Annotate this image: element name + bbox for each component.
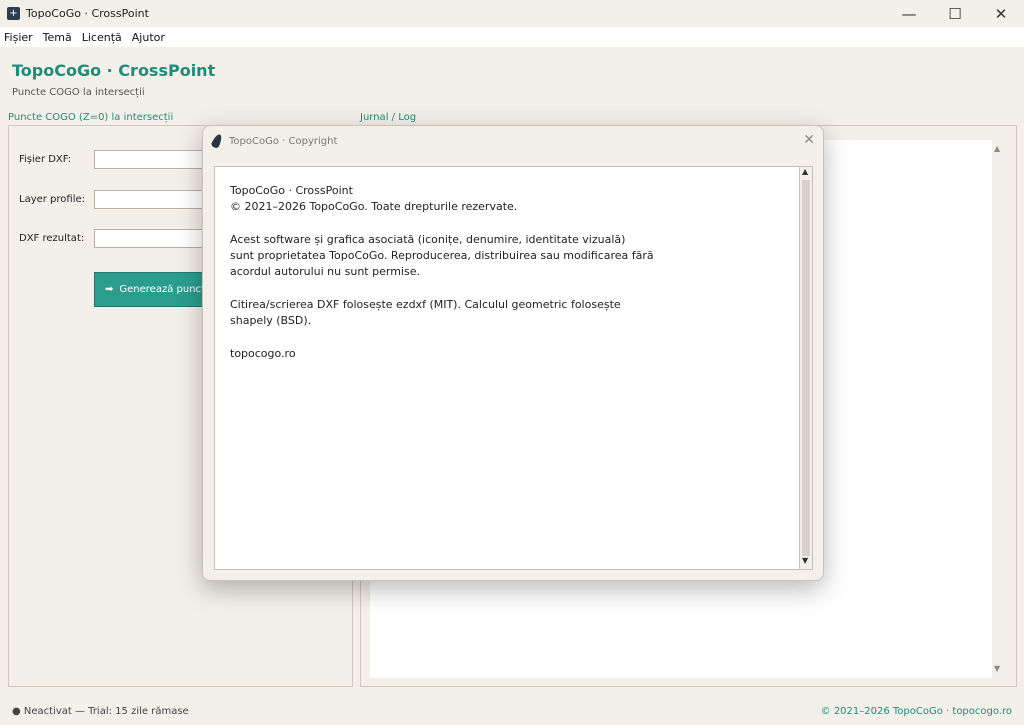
arrow-right-icon: ➡	[105, 284, 114, 295]
dialog-scroll-thumb[interactable]	[802, 180, 810, 556]
dialog-close-button[interactable]: ✕	[803, 132, 815, 148]
footer-copyright: © 2021–2026 TopoCoGo · topocogo.ro	[820, 706, 1012, 717]
copyright-textbox[interactable]: TopoCoGo · CrossPoint © 2021–2026 TopoCo…	[214, 166, 800, 570]
dialog-titlebar: TopoCoGo · Copyright	[203, 126, 823, 156]
menubar: Fișier Temă Licență Ajutor	[0, 27, 1024, 47]
layer-profile-label: Layer profile:	[19, 194, 86, 205]
close-button[interactable]: ✕	[978, 0, 1024, 27]
page-subtitle: Puncte COGO la intersecții	[12, 87, 145, 98]
menu-help[interactable]: Ajutor	[127, 31, 170, 44]
menu-license[interactable]: Licență	[77, 31, 127, 44]
page-title: TopoCoGo · CrossPoint	[12, 61, 216, 80]
generate-points-label: Generează puncte	[119, 284, 212, 295]
menu-file[interactable]: Fișier	[0, 31, 38, 44]
window-titlebar: + TopoCoGo · CrossPoint — ☐ ✕	[0, 0, 1024, 27]
license-status: ● Neactivat — Trial: 15 zile rămase	[12, 706, 189, 717]
menu-theme[interactable]: Temă	[38, 31, 77, 44]
cogo-panel-label: Puncte COGO (Z=0) la intersecții	[8, 112, 174, 123]
log-panel-label: Jurnal / Log	[360, 112, 417, 123]
window-controls: — ☐ ✕	[886, 0, 1024, 27]
log-scrollbar[interactable]: ▲ ▼	[992, 140, 1005, 678]
feather-icon	[210, 132, 224, 150]
dialog-title: TopoCoGo · Copyright	[229, 135, 338, 147]
dxf-file-label: Fișier DXF:	[19, 154, 72, 165]
dialog-scroll-down-icon[interactable]: ▼	[802, 556, 808, 565]
dialog-scroll-up-icon[interactable]: ▲	[802, 167, 808, 176]
dxf-result-label: DXF rezultat:	[19, 233, 85, 244]
copyright-dialog: TopoCoGo · Copyright ✕ TopoCoGo · CrossP…	[202, 125, 824, 581]
window-title: TopoCoGo · CrossPoint	[26, 7, 149, 20]
minimize-button[interactable]: —	[886, 0, 932, 27]
copyright-text: TopoCoGo · CrossPoint © 2021–2026 TopoCo…	[230, 184, 654, 360]
app-icon: +	[7, 7, 20, 20]
scroll-up-icon[interactable]: ▲	[994, 144, 1000, 153]
dialog-scrollbar[interactable]: ▲ ▼	[799, 166, 813, 570]
maximize-button[interactable]: ☐	[932, 0, 978, 27]
scroll-down-icon[interactable]: ▼	[994, 664, 1000, 673]
